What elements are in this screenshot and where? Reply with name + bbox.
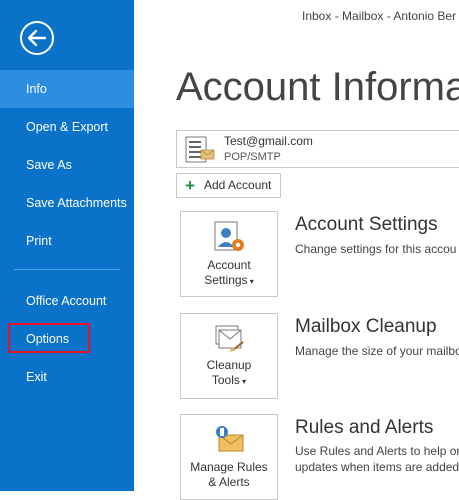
manage-rules-alerts-button[interactable]: Manage Rules & Alerts xyxy=(180,414,278,500)
options-highlight-box xyxy=(8,323,90,353)
dropdown-arrow-icon: ▾ xyxy=(247,277,254,286)
backstage-sidebar: Info Open & Export Save As Save Attachme… xyxy=(0,0,134,491)
dropdown-arrow-icon: ▾ xyxy=(239,377,247,386)
manage-rules-label-line2: & Alerts xyxy=(208,475,250,489)
sidebar-item-save-attachments[interactable]: Save Attachments xyxy=(0,184,134,222)
account-settings-desc: Change settings for this accou xyxy=(295,242,457,256)
window-title: Inbox - Mailbox - Antonio Ber xyxy=(302,9,457,23)
sidebar-item-open-export[interactable]: Open & Export xyxy=(0,108,134,146)
sidebar-item-info[interactable]: Info xyxy=(0,70,134,108)
plus-icon: + xyxy=(185,176,195,195)
mailbox-cleanup-desc: Manage the size of your mailbo xyxy=(295,344,459,358)
account-settings-title: Account Settings xyxy=(295,214,438,235)
page-title: Account Informat xyxy=(176,65,459,109)
rules-alerts-desc-line1: Use Rules and Alerts to help org xyxy=(295,444,459,458)
account-settings-label-line1: Account xyxy=(207,258,251,272)
sidebar-item-exit[interactable]: Exit xyxy=(0,358,134,396)
add-account-button[interactable]: + Add Account xyxy=(176,173,281,198)
rules-alerts-desc-line2: updates when items are added, xyxy=(295,460,459,474)
account-email: Test@gmail.com xyxy=(224,134,313,148)
account-card-icon xyxy=(185,136,215,163)
account-settings-icon xyxy=(214,221,244,251)
add-account-label: Add Account xyxy=(204,178,272,192)
account-settings-button[interactable]: Account Settings ▾ xyxy=(180,211,278,297)
rules-alerts-title: Rules and Alerts xyxy=(295,417,434,438)
sidebar-item-print[interactable]: Print xyxy=(0,222,134,260)
account-selector[interactable]: Test@gmail.com POP/SMTP xyxy=(176,130,459,168)
sidebar-item-office-account[interactable]: Office Account xyxy=(0,282,134,320)
manage-rules-label-line1: Manage Rules xyxy=(190,460,268,474)
account-settings-label-line2: Settings ▾ xyxy=(204,273,254,287)
rules-alerts-icon xyxy=(216,426,244,452)
cleanup-tools-button[interactable]: Cleanup Tools ▾ xyxy=(180,313,278,399)
sidebar-item-save-as[interactable]: Save As xyxy=(0,146,134,184)
back-arrow-icon xyxy=(28,30,46,46)
sidebar-divider xyxy=(14,269,120,270)
cleanup-tools-icon xyxy=(215,325,244,352)
cleanup-tools-label-line1: Cleanup xyxy=(206,358,252,372)
back-button[interactable] xyxy=(20,21,54,55)
cleanup-tools-label-line2: Tools ▾ xyxy=(211,373,247,387)
account-type: POP/SMTP xyxy=(224,151,281,163)
mailbox-cleanup-title: Mailbox Cleanup xyxy=(295,316,437,337)
